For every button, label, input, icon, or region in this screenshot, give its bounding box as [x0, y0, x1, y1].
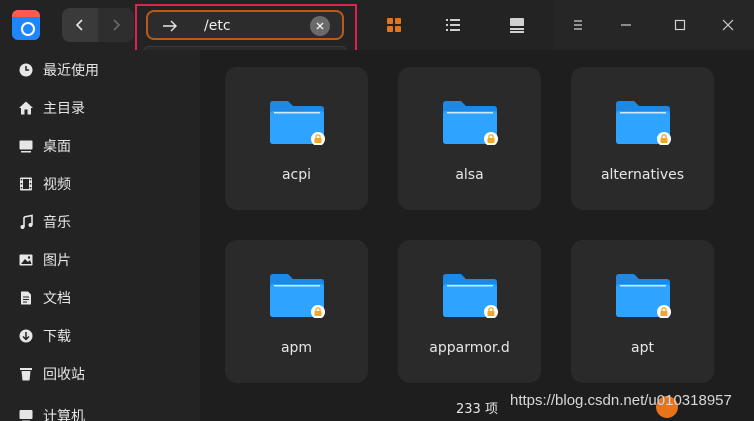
file-name: alternatives: [600, 167, 685, 183]
sidebar-item-recent[interactable]: 最近使用: [0, 53, 200, 87]
sidebar-item-label: 音乐: [43, 215, 71, 231]
file-item[interactable]: acpi: [225, 67, 368, 210]
file-item[interactable]: alsa: [398, 67, 541, 210]
sidebar-item-trash[interactable]: 回收站: [0, 357, 200, 391]
sidebar: 最近使用 主目录 桌面 视频 音乐 图片 文档 下载 回收站 计算机: [0, 50, 200, 421]
minimize-icon: [621, 24, 631, 26]
sidebar-item-pictures[interactable]: 图片: [0, 243, 200, 277]
file-item[interactable]: apparmor.d: [398, 240, 541, 383]
clock-icon: [18, 62, 34, 78]
sidebar-item-label: 桌面: [43, 139, 71, 155]
maximize-button[interactable]: [668, 13, 692, 37]
file-name: alsa: [455, 167, 484, 183]
sidebar-item-label: 视频: [43, 177, 71, 193]
locked-folder-icon: [443, 274, 498, 318]
sidebar-item-label: 计算机: [43, 409, 85, 421]
file-name: apt: [631, 340, 654, 356]
locked-folder-icon: [270, 274, 325, 318]
sidebar-item-label: 主目录: [43, 101, 85, 117]
minimize-button[interactable]: [614, 13, 638, 37]
sidebar-item-videos[interactable]: 视频: [0, 167, 200, 201]
title-bar: /etc: [0, 0, 754, 50]
close-icon: [722, 19, 734, 31]
locked-folder-icon: [616, 101, 671, 145]
navigation-buttons: [62, 8, 134, 42]
file-item[interactable]: alternatives: [571, 67, 714, 210]
back-button[interactable]: [62, 8, 98, 42]
sidebar-item-label: 下载: [43, 329, 71, 345]
maximize-icon: [674, 19, 686, 31]
sidebar-item-home[interactable]: 主目录: [0, 91, 200, 125]
grid-icon: [387, 18, 401, 32]
sidebar-item-label: 文档: [43, 291, 71, 307]
desktop-icon: [18, 138, 34, 154]
icon-view-button[interactable]: [382, 13, 406, 37]
file-name: apparmor.d: [429, 340, 510, 356]
file-view: acpi alsa alternatives apm apparmor.d ap…: [200, 50, 754, 421]
music-icon: [18, 214, 34, 230]
list-view-button[interactable]: [441, 13, 465, 37]
sidebar-item-downloads[interactable]: 下载: [0, 319, 200, 353]
app-logo-icon: [12, 10, 40, 40]
details-icon: [510, 18, 524, 33]
detail-view-button[interactable]: [505, 13, 529, 37]
forward-button[interactable]: [98, 8, 134, 42]
home-icon: [18, 100, 34, 116]
computer-icon: [18, 408, 34, 421]
image-icon: [18, 252, 34, 268]
file-item[interactable]: apt: [571, 240, 714, 383]
hamburger-icon: [574, 20, 582, 30]
locked-folder-icon: [443, 101, 498, 145]
locked-folder-icon: [270, 101, 325, 145]
chevron-right-icon: [113, 19, 121, 31]
sidebar-item-music[interactable]: 音乐: [0, 205, 200, 239]
document-icon: [18, 290, 34, 306]
window-controls: [554, 0, 754, 50]
sidebar-item-label: 回收站: [43, 367, 85, 383]
watermark-text: https://blog.csdn.net/u010318957: [510, 392, 732, 409]
chevron-left-icon: [75, 19, 83, 31]
sidebar-item-label: 最近使用: [43, 63, 99, 79]
file-name: acpi: [281, 167, 312, 183]
trash-icon: [18, 366, 34, 382]
window-close-button[interactable]: [716, 13, 740, 37]
sidebar-item-documents[interactable]: 文档: [0, 281, 200, 315]
sidebar-item-label: 图片: [43, 253, 71, 269]
locked-folder-icon: [616, 274, 671, 318]
list-icon: [446, 19, 460, 31]
file-name: apm: [280, 340, 313, 356]
menu-button[interactable]: [566, 13, 590, 37]
sidebar-item-desktop[interactable]: 桌面: [0, 129, 200, 163]
download-icon: [18, 328, 34, 344]
film-icon: [18, 176, 34, 192]
file-item[interactable]: apm: [225, 240, 368, 383]
sidebar-item-computer[interactable]: 计算机: [0, 399, 200, 421]
